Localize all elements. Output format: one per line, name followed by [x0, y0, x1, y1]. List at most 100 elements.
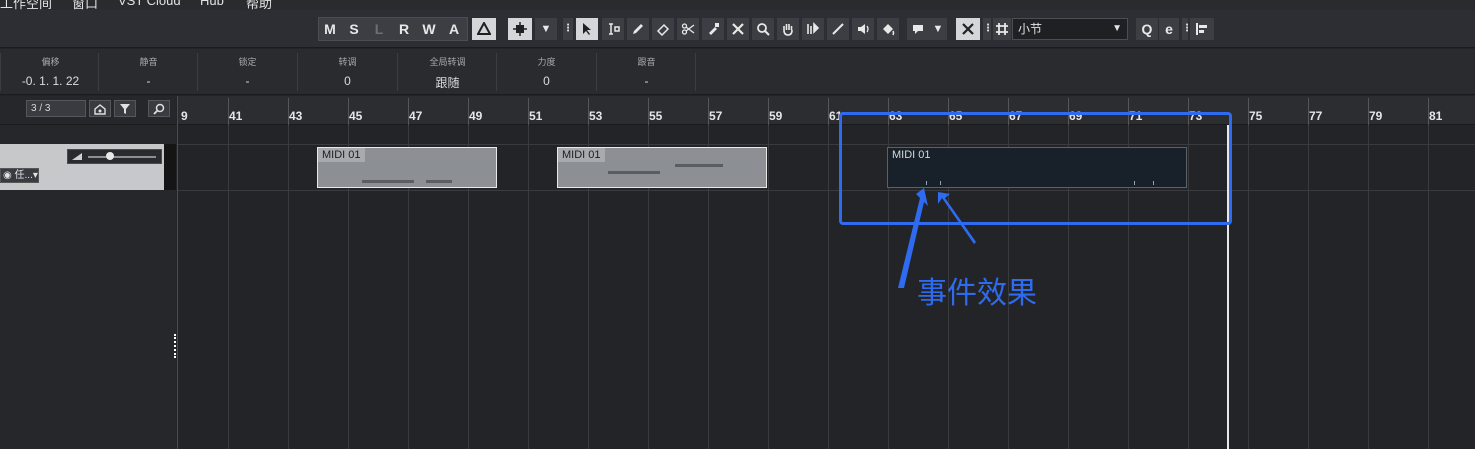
ruler-tick	[468, 98, 469, 125]
instrument-selector[interactable]: ◉ 任...▾	[0, 168, 39, 183]
paint-bucket-icon	[883, 24, 895, 36]
track-color-strip	[164, 144, 176, 190]
solo-button[interactable]: S	[344, 18, 364, 40]
ruler-bar-label: 81	[1429, 109, 1443, 123]
magnet-cross-icon	[962, 23, 974, 35]
info-follow-chord-label: 跟音	[637, 57, 656, 67]
mute-button[interactable]: M	[320, 18, 340, 40]
track-volume-slider[interactable]	[67, 149, 162, 164]
tool-group-handle[interactable]: ⋮	[563, 18, 573, 40]
ruler-bar-label: 77	[1309, 109, 1323, 123]
info-global-transpose-value[interactable]: 跟随	[398, 74, 497, 91]
line-tool[interactable]	[827, 18, 849, 40]
grid-line	[528, 125, 529, 449]
glue-tool[interactable]	[702, 18, 724, 40]
midi-part-1[interactable]: MIDI 01	[317, 147, 497, 188]
play-tool[interactable]	[852, 18, 874, 40]
menu-hub[interactable]: Hub	[200, 0, 224, 8]
speaker-icon	[858, 24, 869, 34]
grid-type-select[interactable]: 小节 ▼	[1012, 18, 1128, 40]
track-list: 3 / 3 ◉ 任...▾	[0, 96, 176, 449]
menu-help[interactable]: 帮助	[246, 0, 272, 10]
object-selection-tool[interactable]	[576, 18, 598, 40]
automation-button[interactable]: A	[444, 18, 464, 40]
menu-vst-cloud[interactable]: VST Cloud	[118, 0, 181, 8]
scissors-icon	[681, 23, 695, 35]
track-filter-button[interactable]	[114, 100, 136, 117]
track-list-divider	[0, 124, 176, 125]
quantize-button[interactable]: Q	[1136, 18, 1158, 40]
info-lock-value[interactable]: -	[198, 74, 297, 88]
info-global-transpose-label: 全局转调	[429, 57, 466, 67]
ruler-tick	[408, 98, 409, 125]
nudge-button[interactable]	[907, 18, 929, 40]
midi-part-2[interactable]: MIDI 01	[557, 147, 767, 188]
info-transpose[interactable]: 转调 0	[297, 53, 397, 91]
info-transpose-value[interactable]: 0	[298, 74, 397, 88]
write-button[interactable]: W	[418, 18, 440, 40]
track-counter[interactable]: 3 / 3	[26, 100, 86, 117]
info-mute-value[interactable]: -	[99, 74, 198, 88]
snap-button[interactable]	[508, 18, 532, 40]
info-mute[interactable]: 静音 -	[98, 53, 198, 91]
ruler-bar-label: 41	[229, 109, 243, 123]
info-global-transpose[interactable]: 全局转调 跟随	[397, 53, 497, 91]
track-row-midi[interactable]: ◉ 任...▾	[0, 144, 176, 190]
ruler-tick	[528, 98, 529, 125]
comp-tool[interactable]	[802, 18, 824, 40]
info-velocity-label: 力度	[537, 57, 556, 67]
home-icon	[94, 104, 106, 115]
erase-tool[interactable]	[652, 18, 674, 40]
info-follow-chord-value[interactable]: -	[597, 74, 696, 88]
ruler-bar-label: 53	[589, 109, 603, 123]
mute-tool[interactable]	[727, 18, 749, 40]
grid-group-handle[interactable]: ⋮	[983, 18, 993, 40]
read-button[interactable]: R	[394, 18, 414, 40]
color-tool[interactable]	[877, 18, 899, 40]
grid-type-button[interactable]	[993, 18, 1011, 40]
split-tool[interactable]	[677, 18, 699, 40]
snap-to-zero-button[interactable]	[956, 18, 980, 40]
track-search-button[interactable]	[148, 100, 170, 117]
ruler-bar-label: 75	[1249, 109, 1263, 123]
info-line: 偏移 -0. 1. 1. 22 静音 - 锁定 - 转调 0 全局转调 跟随 力…	[0, 49, 1475, 95]
info-lock[interactable]: 锁定 -	[197, 53, 297, 91]
chevron-down-icon: ▼	[1112, 23, 1122, 34]
menu-workspaces[interactable]: 工作空间	[0, 0, 52, 10]
quantize-handle[interactable]: ⋮	[1182, 18, 1192, 40]
event-display[interactable]: 9 41 43 45 47 49 51 53 55 57 59 61 63 65 67 69 71 73 75 77 7…	[177, 96, 1475, 449]
info-follow-chord[interactable]: 跟音 -	[596, 53, 696, 91]
info-offset-value[interactable]: -0. 1. 1. 22	[1, 74, 100, 88]
ruler-tick	[768, 98, 769, 125]
snap-mode-dropdown[interactable]: ▼	[535, 18, 557, 40]
eraser-icon	[656, 23, 670, 36]
menu-window[interactable]: 窗口	[72, 0, 98, 10]
volume-slider-thumb[interactable]	[106, 152, 114, 160]
ruler[interactable]: 9 41 43 45 47 49 51 53 55 57 59 61 63 65 67 69 71 73 75 77 7…	[178, 96, 1475, 125]
ruler-bar-label: 47	[409, 109, 423, 123]
line-icon	[832, 23, 844, 35]
snap-icon	[513, 22, 527, 36]
ruler-tick	[708, 98, 709, 125]
midi-port-icon: ◉	[3, 170, 15, 181]
nudge-dropdown[interactable]: ▼	[929, 18, 947, 40]
info-offset[interactable]: 偏移 -0. 1. 1. 22	[0, 53, 100, 91]
cross-icon	[732, 23, 744, 35]
midi-note	[675, 164, 723, 167]
zoom-tool[interactable]	[752, 18, 774, 40]
listen-button[interactable]: L	[369, 18, 389, 40]
draw-tool[interactable]	[627, 18, 649, 40]
info-velocity[interactable]: 力度 0	[496, 53, 596, 91]
ruler-tick	[1428, 98, 1429, 125]
track-visibility-button[interactable]	[89, 100, 111, 117]
ruler-bar-label: 9	[181, 109, 188, 123]
hand-tool[interactable]	[777, 18, 799, 40]
range-selection-tool[interactable]	[602, 18, 624, 40]
autoscroll-icon	[477, 22, 491, 35]
autoscroll-button[interactable]	[472, 18, 496, 40]
info-velocity-value[interactable]: 0	[497, 74, 596, 88]
window-zone-button[interactable]	[1190, 18, 1214, 40]
ruler-bar-label: 51	[529, 109, 543, 123]
magnifier-icon	[757, 23, 770, 36]
quantize-preset-button[interactable]: e	[1159, 18, 1179, 40]
